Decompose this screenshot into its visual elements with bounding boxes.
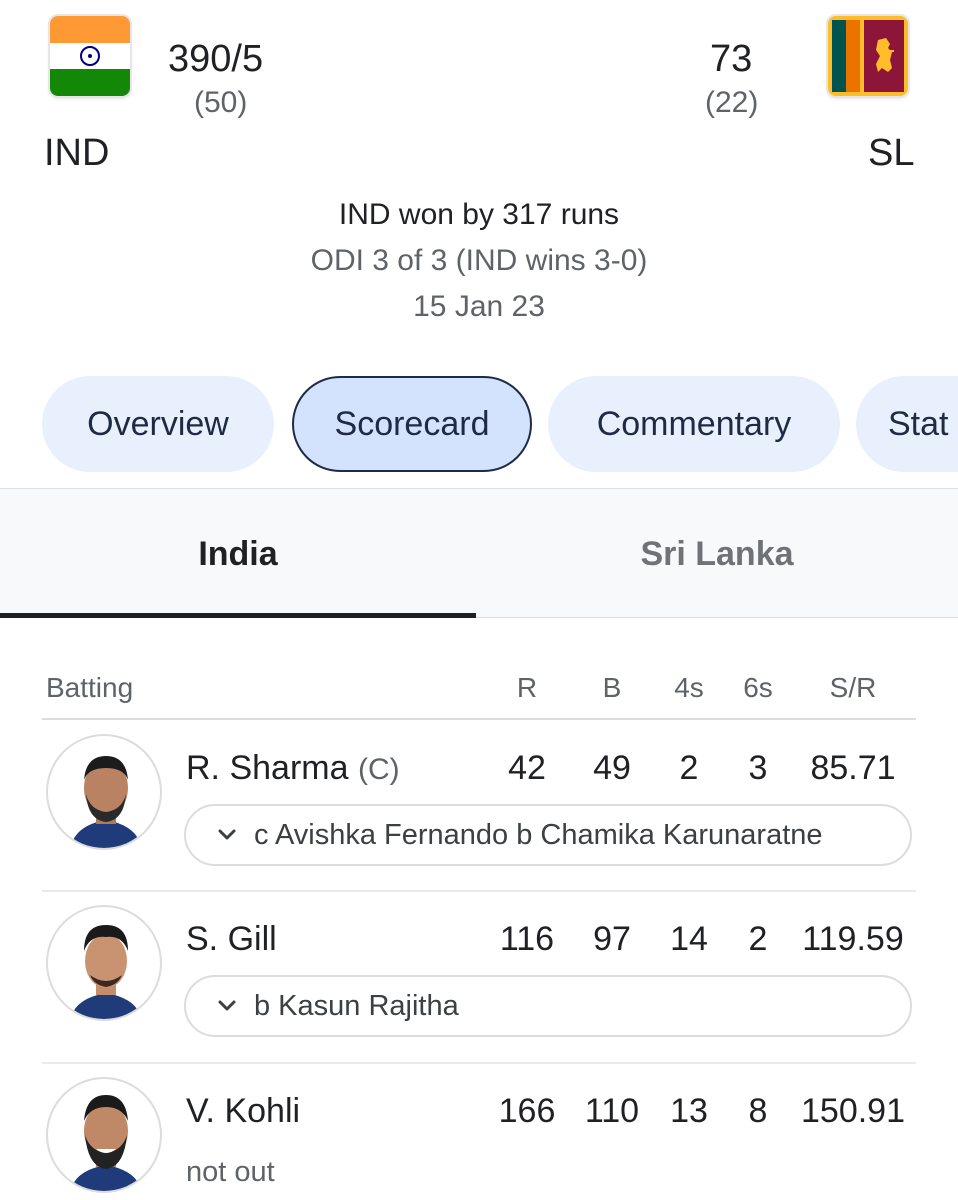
player-strike-rate: 119.59 [802,920,904,958]
tab-india[interactable]: India [0,489,476,619]
series-status[interactable]: ODI 3 of 3 (IND wins 3-0) [0,244,958,278]
section-chips: Overview Scorecard Commentary Stat [42,376,958,472]
header-fours: 4s [674,672,704,703]
player-fours: 13 [670,1092,708,1130]
player-sixes: 2 [748,920,768,958]
away-score: 73 [710,38,753,80]
header-divider [42,718,916,720]
row-divider [42,1062,916,1064]
dismissal-expander[interactable]: b Kasun Rajitha [184,975,912,1037]
header-runs: R [516,672,538,703]
player-runs: 116 [499,920,555,958]
chip-stats[interactable]: Stat [856,376,958,472]
player-fours: 14 [670,920,708,958]
chip-commentary[interactable]: Commentary [548,376,840,472]
player-balls: 110 [584,1092,640,1130]
player-strike-rate: 85.71 [810,749,896,787]
tab-sri-lanka[interactable]: Sri Lanka [476,489,958,619]
home-score: 390/5 [168,38,264,80]
player-sixes: 8 [748,1092,768,1130]
captain-badge: (C) [357,753,400,786]
header-strike-rate: S/R [829,672,877,703]
home-team-name[interactable]: IND [44,132,109,175]
chevron-down-icon [218,829,236,840]
chip-scorecard[interactable]: Scorecard [292,376,532,472]
player-runs: 42 [508,749,546,787]
player-name[interactable]: R. Sharma (C) [186,749,400,788]
batting-header: Batting [46,672,134,703]
sri-lanka-flag-icon[interactable] [828,16,908,96]
player-avatar-sharma[interactable] [46,734,162,850]
header-sixes: 6s [743,672,773,703]
dismissal-expander[interactable]: c Avishka Fernando b Chamika Karunaratne [184,804,912,866]
player-avatar-kohli[interactable] [46,1077,162,1193]
player-strike-rate: 150.91 [801,1092,905,1130]
header-balls: B [602,672,622,703]
player-balls: 97 [593,920,631,958]
player-avatar-gill[interactable] [46,905,162,1021]
player-fours: 2 [679,749,699,787]
away-overs: (22) [705,86,759,119]
chevron-down-icon [218,1000,236,1011]
player-runs: 166 [498,1092,556,1130]
dismissal-text: c Avishka Fernando b Chamika Karunaratne [254,818,823,851]
player-sixes: 3 [748,749,768,787]
player-name-text: S. Gill [186,920,277,958]
player-balls: 49 [593,749,631,787]
player-name-text: V. Kohli [186,1092,301,1130]
row-divider [42,890,916,892]
chip-overview[interactable]: Overview [42,376,274,472]
dismissal-text: b Kasun Rajitha [254,989,459,1022]
match-date: 15 Jan 23 [413,290,545,323]
active-tab-indicator [0,613,476,618]
player-name-text: R. Sharma [186,749,349,787]
player-name[interactable]: S. Gill [186,920,277,959]
india-flag-icon[interactable] [50,16,130,96]
away-team-name[interactable]: SL [868,132,914,175]
player-name[interactable]: V. Kohli [186,1092,300,1131]
match-result: IND won by 317 runs [338,198,620,231]
innings-tabs: India Sri Lanka [0,488,958,618]
dismissal-status: not out [186,1156,275,1188]
home-overs: (50) [194,86,248,119]
